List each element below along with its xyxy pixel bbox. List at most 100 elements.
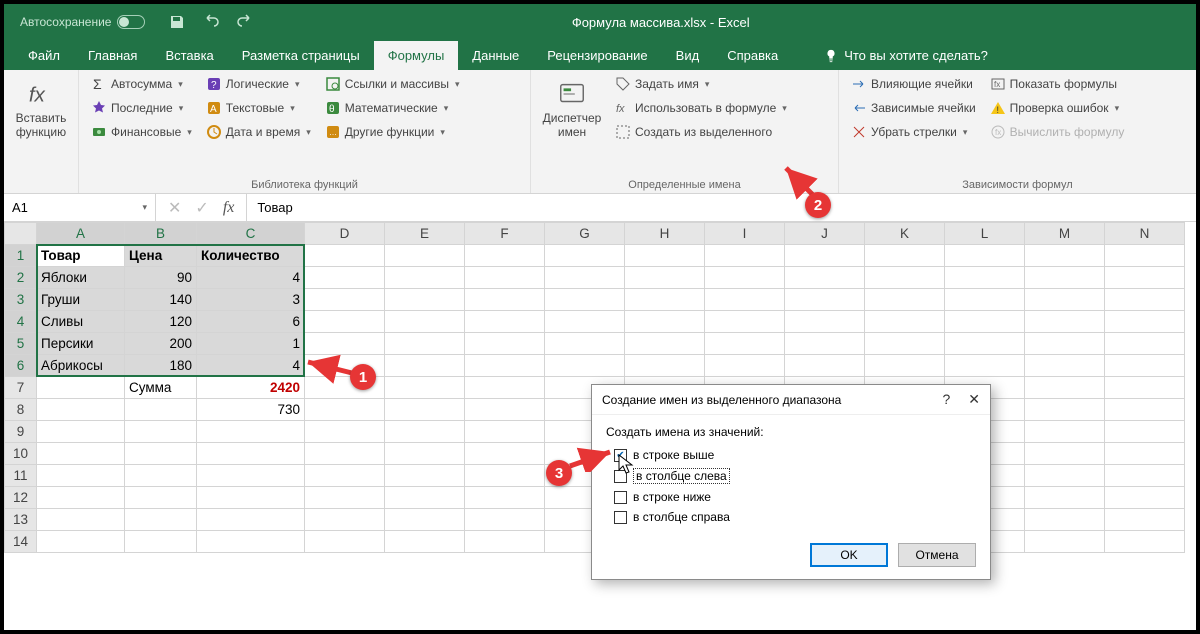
cell[interactable] xyxy=(865,333,945,355)
column-header[interactable]: J xyxy=(785,223,865,245)
cell[interactable] xyxy=(1105,311,1185,333)
select-all-corner[interactable] xyxy=(5,223,37,245)
row-header[interactable]: 4 xyxy=(5,311,37,333)
cell[interactable] xyxy=(125,465,197,487)
cell[interactable] xyxy=(1105,509,1185,531)
row-header[interactable]: 7 xyxy=(5,377,37,399)
cell[interactable] xyxy=(945,311,1025,333)
cell[interactable] xyxy=(125,531,197,553)
define-name-button[interactable]: Задать имя▾ xyxy=(611,74,791,94)
autosave-toggle[interactable]: Автосохранение xyxy=(20,15,145,29)
column-header[interactable]: B xyxy=(125,223,197,245)
cell[interactable] xyxy=(465,377,545,399)
ok-button[interactable]: OK xyxy=(810,543,888,567)
cell[interactable] xyxy=(37,509,125,531)
cell[interactable] xyxy=(945,333,1025,355)
cell[interactable] xyxy=(545,333,625,355)
cell[interactable] xyxy=(385,487,465,509)
row-header[interactable]: 13 xyxy=(5,509,37,531)
cell[interactable] xyxy=(465,399,545,421)
cell[interactable]: 3 xyxy=(197,289,305,311)
cell[interactable] xyxy=(1105,377,1185,399)
cell[interactable] xyxy=(385,245,465,267)
show-formulas-button[interactable]: fxПоказать формулы xyxy=(986,74,1129,94)
cell[interactable] xyxy=(1025,245,1105,267)
checkbox-option[interactable]: в столбце слева xyxy=(606,465,976,487)
formula-input[interactable]: Товар xyxy=(247,194,1196,221)
cell[interactable] xyxy=(37,377,125,399)
cell[interactable] xyxy=(197,465,305,487)
cell[interactable] xyxy=(545,289,625,311)
cell[interactable] xyxy=(1025,531,1105,553)
row-header[interactable]: 3 xyxy=(5,289,37,311)
cell[interactable] xyxy=(625,245,705,267)
logical-button[interactable]: ?Логические▾ xyxy=(202,74,315,94)
column-header[interactable]: A xyxy=(37,223,125,245)
column-header[interactable]: G xyxy=(545,223,625,245)
error-checking-button[interactable]: !Проверка ошибок▾ xyxy=(986,98,1129,118)
cell[interactable] xyxy=(305,245,385,267)
cell[interactable] xyxy=(1025,509,1105,531)
cell[interactable] xyxy=(785,289,865,311)
cell[interactable] xyxy=(37,487,125,509)
cell[interactable] xyxy=(945,245,1025,267)
cell[interactable] xyxy=(385,355,465,377)
trace-precedents-button[interactable]: Влияющие ячейки xyxy=(847,74,980,94)
cell[interactable]: Абрикосы xyxy=(37,355,125,377)
cell[interactable] xyxy=(705,355,785,377)
tab-page-layout[interactable]: Разметка страницы xyxy=(228,41,374,70)
cell[interactable] xyxy=(1025,487,1105,509)
close-icon[interactable]: ✕ xyxy=(968,391,980,408)
cell[interactable] xyxy=(305,531,385,553)
cell[interactable] xyxy=(865,267,945,289)
evaluate-formula-button[interactable]: fxВычислить формулу xyxy=(986,122,1129,142)
tab-formulas[interactable]: Формулы xyxy=(374,41,459,70)
tab-data[interactable]: Данные xyxy=(458,41,533,70)
row-header[interactable]: 12 xyxy=(5,487,37,509)
cell[interactable] xyxy=(37,531,125,553)
cell[interactable]: 140 xyxy=(125,289,197,311)
cell[interactable]: Товар xyxy=(37,245,125,267)
column-header[interactable]: L xyxy=(945,223,1025,245)
cell[interactable] xyxy=(625,289,705,311)
cell[interactable] xyxy=(945,355,1025,377)
cell[interactable]: 1 xyxy=(197,333,305,355)
cell[interactable] xyxy=(385,267,465,289)
cell[interactable] xyxy=(1105,531,1185,553)
cell[interactable] xyxy=(705,245,785,267)
cell[interactable] xyxy=(305,465,385,487)
cancel-button[interactable]: Отмена xyxy=(898,543,976,567)
cell[interactable]: 4 xyxy=(197,355,305,377)
tab-insert[interactable]: Вставка xyxy=(151,41,227,70)
cell[interactable] xyxy=(1105,487,1185,509)
cell[interactable]: 90 xyxy=(125,267,197,289)
cell[interactable] xyxy=(385,289,465,311)
cell[interactable] xyxy=(1105,289,1185,311)
cell[interactable] xyxy=(785,355,865,377)
row-header[interactable]: 9 xyxy=(5,421,37,443)
cell[interactable]: 4 xyxy=(197,267,305,289)
cell[interactable] xyxy=(545,245,625,267)
cell[interactable] xyxy=(385,311,465,333)
cell[interactable] xyxy=(465,487,545,509)
column-header[interactable]: H xyxy=(625,223,705,245)
cell[interactable] xyxy=(705,333,785,355)
row-header[interactable]: 1 xyxy=(5,245,37,267)
cell[interactable] xyxy=(1025,333,1105,355)
cell[interactable] xyxy=(305,311,385,333)
tab-review[interactable]: Рецензирование xyxy=(533,41,661,70)
cell[interactable] xyxy=(465,421,545,443)
cell[interactable]: 730 xyxy=(197,399,305,421)
cell[interactable] xyxy=(465,267,545,289)
cell[interactable] xyxy=(1105,267,1185,289)
cell[interactable]: 2420 xyxy=(197,377,305,399)
financial-button[interactable]: Финансовые▾ xyxy=(87,122,196,142)
insert-function-button[interactable]: fx Вставить функцию xyxy=(12,74,70,140)
recent-button[interactable]: Последние▾ xyxy=(87,98,196,118)
column-header[interactable]: N xyxy=(1105,223,1185,245)
cell[interactable] xyxy=(37,443,125,465)
remove-arrows-button[interactable]: Убрать стрелки▾ xyxy=(847,122,980,142)
cell[interactable] xyxy=(305,333,385,355)
cell[interactable] xyxy=(785,245,865,267)
cell[interactable]: Сумма xyxy=(125,377,197,399)
